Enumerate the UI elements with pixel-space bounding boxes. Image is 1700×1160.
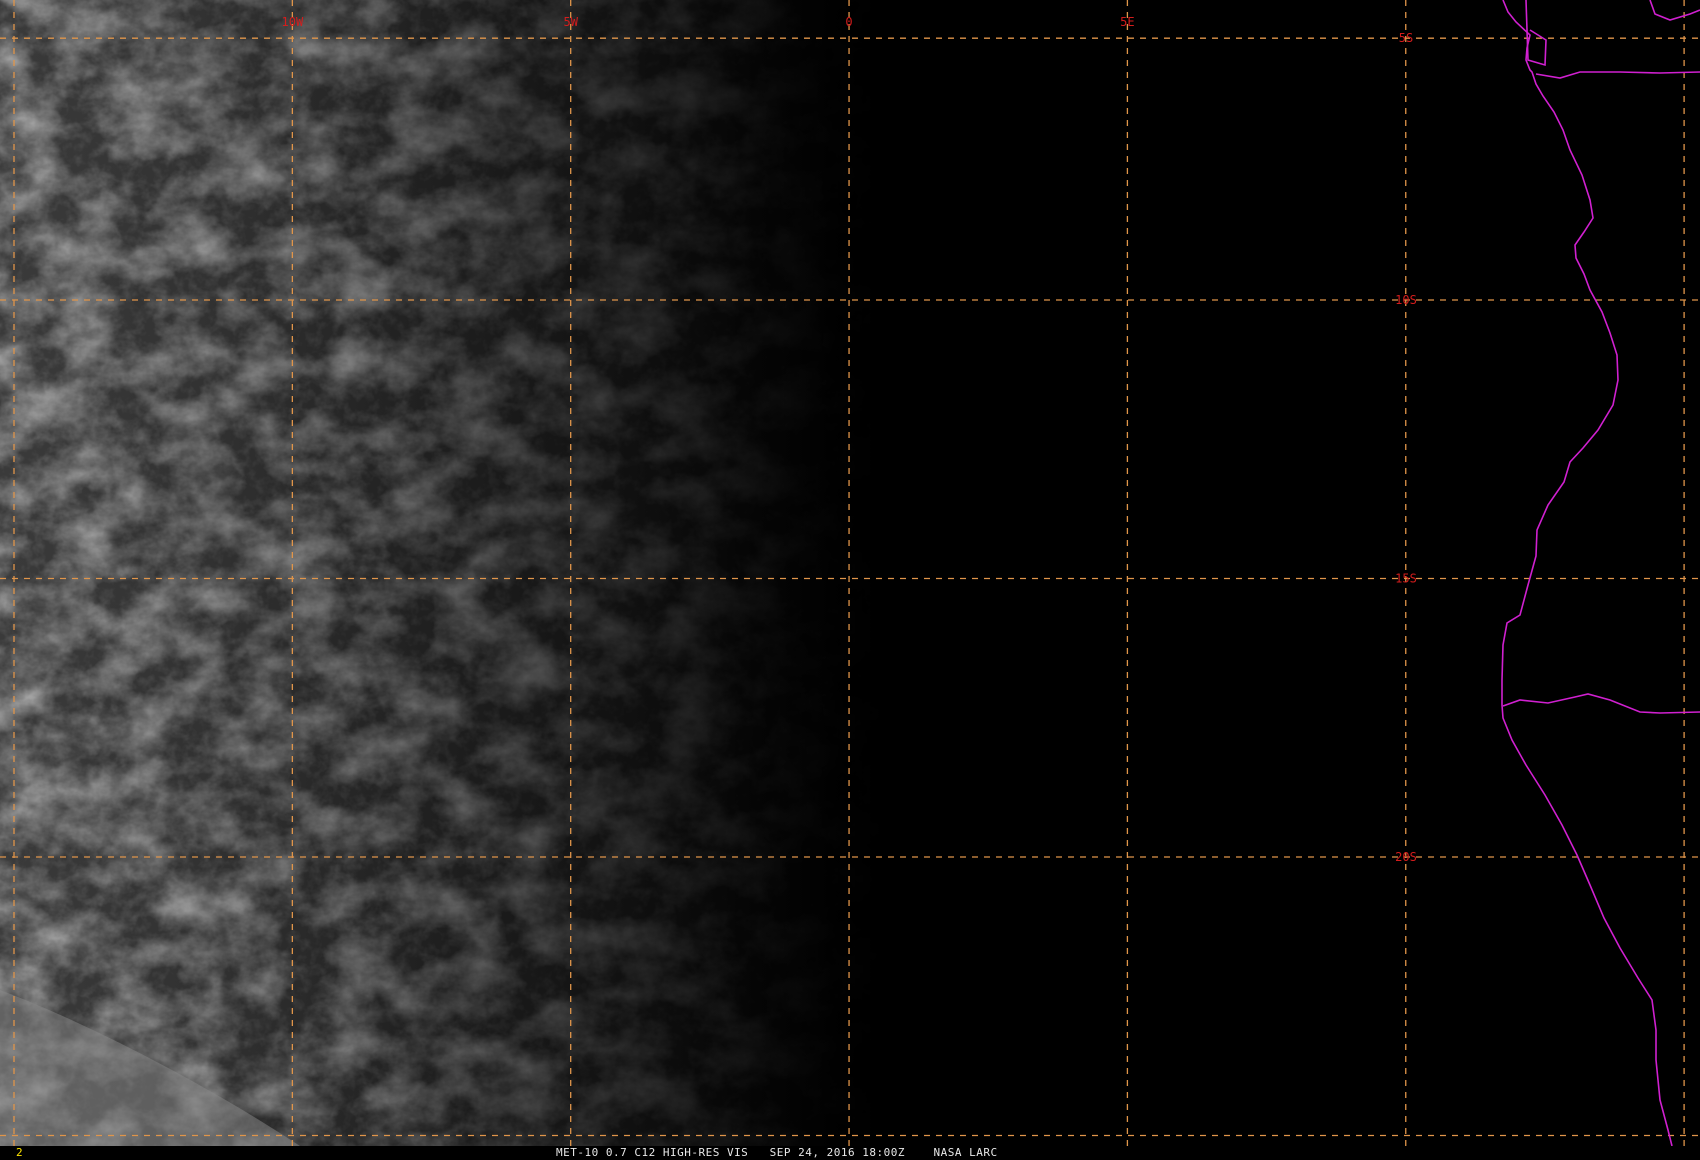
cloud-field xyxy=(0,0,1700,1146)
meridian-label: 0 xyxy=(845,15,852,29)
status-bar: 2 MET-10 0.7 C12 HIGH-RES VIS SEP 24, 20… xyxy=(0,1146,1700,1160)
parallel-label: 15S xyxy=(1395,572,1417,586)
parallel-label: 10S xyxy=(1395,293,1417,307)
satellite-image: 10W 5W 0 5E 5S 10S 15S 20S xyxy=(0,0,1700,1146)
meridian-label: 5E xyxy=(1120,15,1134,29)
meridian-label: 10W xyxy=(282,15,304,29)
meridian-label: 5W xyxy=(563,15,578,29)
image-caption: MET-10 0.7 C12 HIGH-RES VIS SEP 24, 2016… xyxy=(556,1146,998,1159)
parallel-label: 20S xyxy=(1395,850,1417,864)
frame-number: 2 xyxy=(16,1146,23,1159)
satellite-image-viewer: 10W 5W 0 5E 5S 10S 15S 20S 2 MET-10 0.7 C12 HIG… xyxy=(0,0,1700,1160)
parallel-label: 5S xyxy=(1399,31,1413,45)
